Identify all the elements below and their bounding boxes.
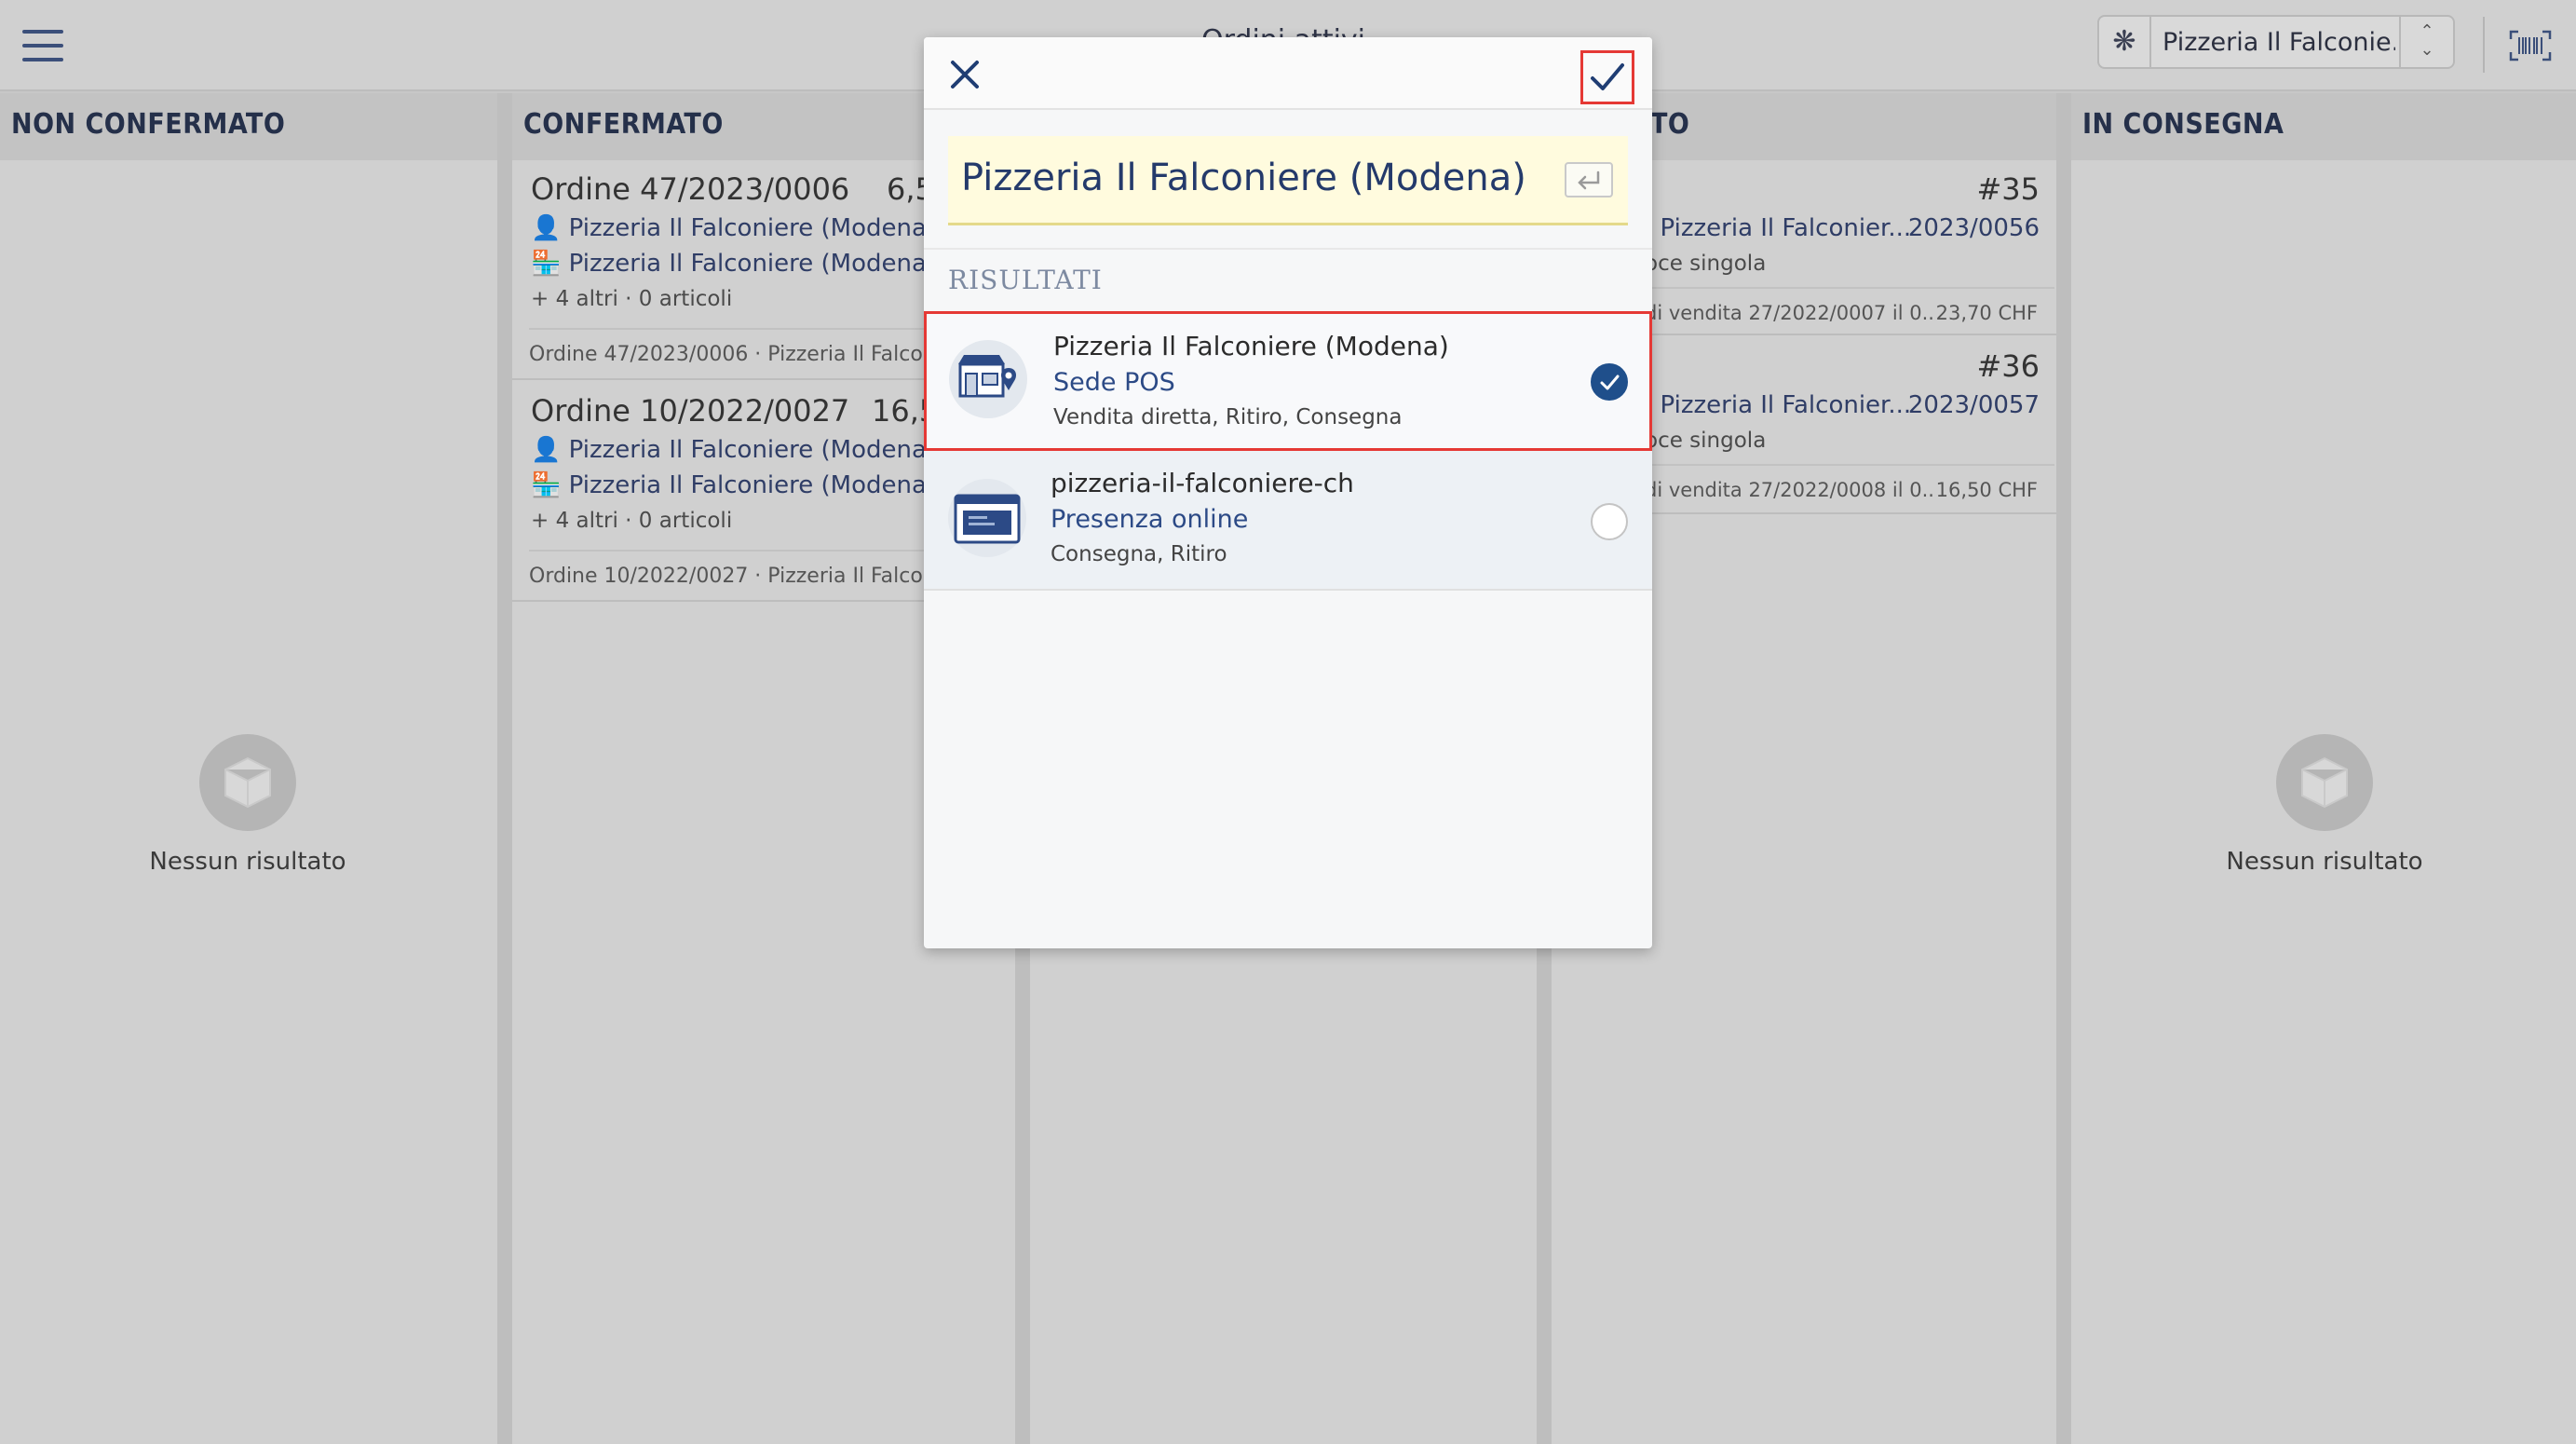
order-store-line: · Pizzeria Il Falconier... bbox=[1645, 391, 1912, 419]
order-number: #35 bbox=[1976, 171, 2040, 207]
order-footer-text: di vendita 27/2022/0007 il 0.. bbox=[1645, 302, 1934, 324]
browser-window-icon bbox=[948, 479, 1026, 557]
column-non-confermato: NON CONFERMATO Nessun risultato bbox=[0, 93, 497, 1444]
empty-state: Nessun risultato bbox=[108, 734, 387, 876]
order-footer-text: di vendita 27/2022/0008 il 0.. bbox=[1645, 479, 1934, 501]
order-footer-amount: 16,50 CHF bbox=[1935, 479, 2038, 501]
column-divider bbox=[497, 93, 512, 1444]
result-modes: Vendita diretta, Ritiro, Consegna bbox=[1053, 405, 1403, 429]
order-meta: + 4 altri · 0 articoli bbox=[531, 287, 733, 311]
empty-text: Nessun risultato bbox=[149, 848, 346, 876]
order-customer-line: 👤 Pizzeria Il Falconiere (Modena) · 1 bbox=[531, 214, 974, 242]
order-customer-line: 👤 Pizzeria Il Falconiere (Modena) · 1 bbox=[531, 436, 974, 464]
store-picker-dialog: Pizzeria Il Falconiere (Modena) RISULTAT… bbox=[924, 37, 1652, 948]
divider bbox=[2483, 17, 2485, 73]
column-in-consegna: IN CONSEGNA Nessun risultato bbox=[2071, 93, 2576, 1444]
barcode-scanner-icon[interactable] bbox=[2509, 30, 2552, 61]
order-line-text: Pizzeria Il Falconiere (Modena) · 1 bbox=[568, 214, 975, 242]
empty-state: Nessun risultato bbox=[2185, 734, 2464, 876]
search-input[interactable]: Pizzeria Il Falconiere (Modena) bbox=[948, 136, 1628, 225]
column-divider bbox=[2056, 93, 2071, 1444]
order-footer-amount: 23,70 CHF bbox=[1935, 302, 2038, 324]
store-icon: 🏪 bbox=[531, 471, 569, 499]
store-selector[interactable]: ❋ Pizzeria Il Falconie... ⌃ ⌄ bbox=[2097, 15, 2455, 69]
order-store-line: 🏪 Pizzeria Il Falconiere (Modena) · 0 bbox=[531, 471, 974, 499]
order-line-text: Pizzeria Il Falconiere (Modena) · 1 bbox=[568, 436, 975, 464]
result-name: pizzeria-il-falconiere-ch bbox=[1051, 468, 1354, 498]
store-network-icon: ❋ bbox=[2099, 17, 2151, 67]
radio-unselected[interactable] bbox=[1591, 503, 1628, 540]
order-number: #36 bbox=[1976, 348, 2040, 384]
confirm-button[interactable] bbox=[1580, 50, 1634, 104]
results-label: RISULTATI bbox=[948, 265, 1103, 295]
search-input-value: Pizzeria Il Falconiere (Modena) bbox=[961, 157, 1526, 199]
radio-selected[interactable] bbox=[1591, 363, 1628, 401]
empty-box-icon bbox=[199, 734, 296, 831]
divider bbox=[924, 248, 1652, 250]
order-title: Ordine 10/2022/0027 bbox=[531, 393, 850, 429]
store-icon: 🏪 bbox=[531, 250, 569, 278]
result-item[interactable]: Pizzeria Il Falconiere (Modena) Sede POS… bbox=[924, 311, 1652, 451]
checkmark-icon bbox=[1600, 375, 1620, 390]
column-title: IN CONSEGNA bbox=[2071, 93, 2576, 160]
result-type: Sede POS bbox=[1053, 368, 1175, 397]
order-line-text: Pizzeria Il Falconiere (Modena) · 0 bbox=[568, 250, 975, 278]
store-location-icon bbox=[949, 340, 1027, 418]
empty-text: Nessun risultato bbox=[2226, 848, 2423, 876]
order-meta: + 4 altri · 0 articoli bbox=[531, 509, 733, 533]
empty-box-icon bbox=[2276, 734, 2373, 831]
order-meta: oce singola bbox=[1645, 429, 1767, 453]
order-code: 2023/0057 bbox=[1907, 391, 2040, 419]
person-icon: 👤 bbox=[531, 214, 569, 242]
store-selector-label: Pizzeria Il Falconie... bbox=[2162, 28, 2395, 57]
person-icon: 👤 bbox=[531, 436, 569, 464]
order-footer: di vendita 27/2022/0008 il 0.. 16,50 CHF bbox=[1645, 464, 2054, 501]
checkmark-icon bbox=[1591, 63, 1624, 90]
order-meta: oce singola bbox=[1645, 252, 1767, 276]
close-icon[interactable] bbox=[948, 58, 982, 91]
order-footer: di vendita 27/2022/0007 il 0.. 23,70 CHF bbox=[1645, 287, 2054, 324]
enter-key-icon[interactable] bbox=[1565, 162, 1613, 198]
order-line-text: Pizzeria Il Falconiere (Modena) · 0 bbox=[568, 471, 975, 499]
menu-icon[interactable] bbox=[22, 30, 63, 61]
order-store-line: · Pizzeria Il Falconier... bbox=[1645, 214, 1912, 242]
order-code: 2023/0056 bbox=[1907, 214, 2040, 242]
order-title: Ordine 47/2023/0006 bbox=[531, 171, 850, 207]
order-store-line: 🏪 Pizzeria Il Falconiere (Modena) · 0 bbox=[531, 250, 974, 278]
result-type: Presenza online bbox=[1051, 505, 1249, 534]
chevron-updown-icon: ⌃ ⌄ bbox=[2399, 17, 2453, 67]
column-title: NON CONFERMATO bbox=[0, 93, 497, 160]
result-item[interactable]: pizzeria-il-falconiere-ch Presenza onlin… bbox=[924, 451, 1652, 591]
dialog-header bbox=[924, 37, 1652, 110]
result-modes: Consegna, Ritiro bbox=[1051, 542, 1227, 566]
result-name: Pizzeria Il Falconiere (Modena) bbox=[1053, 331, 1449, 361]
